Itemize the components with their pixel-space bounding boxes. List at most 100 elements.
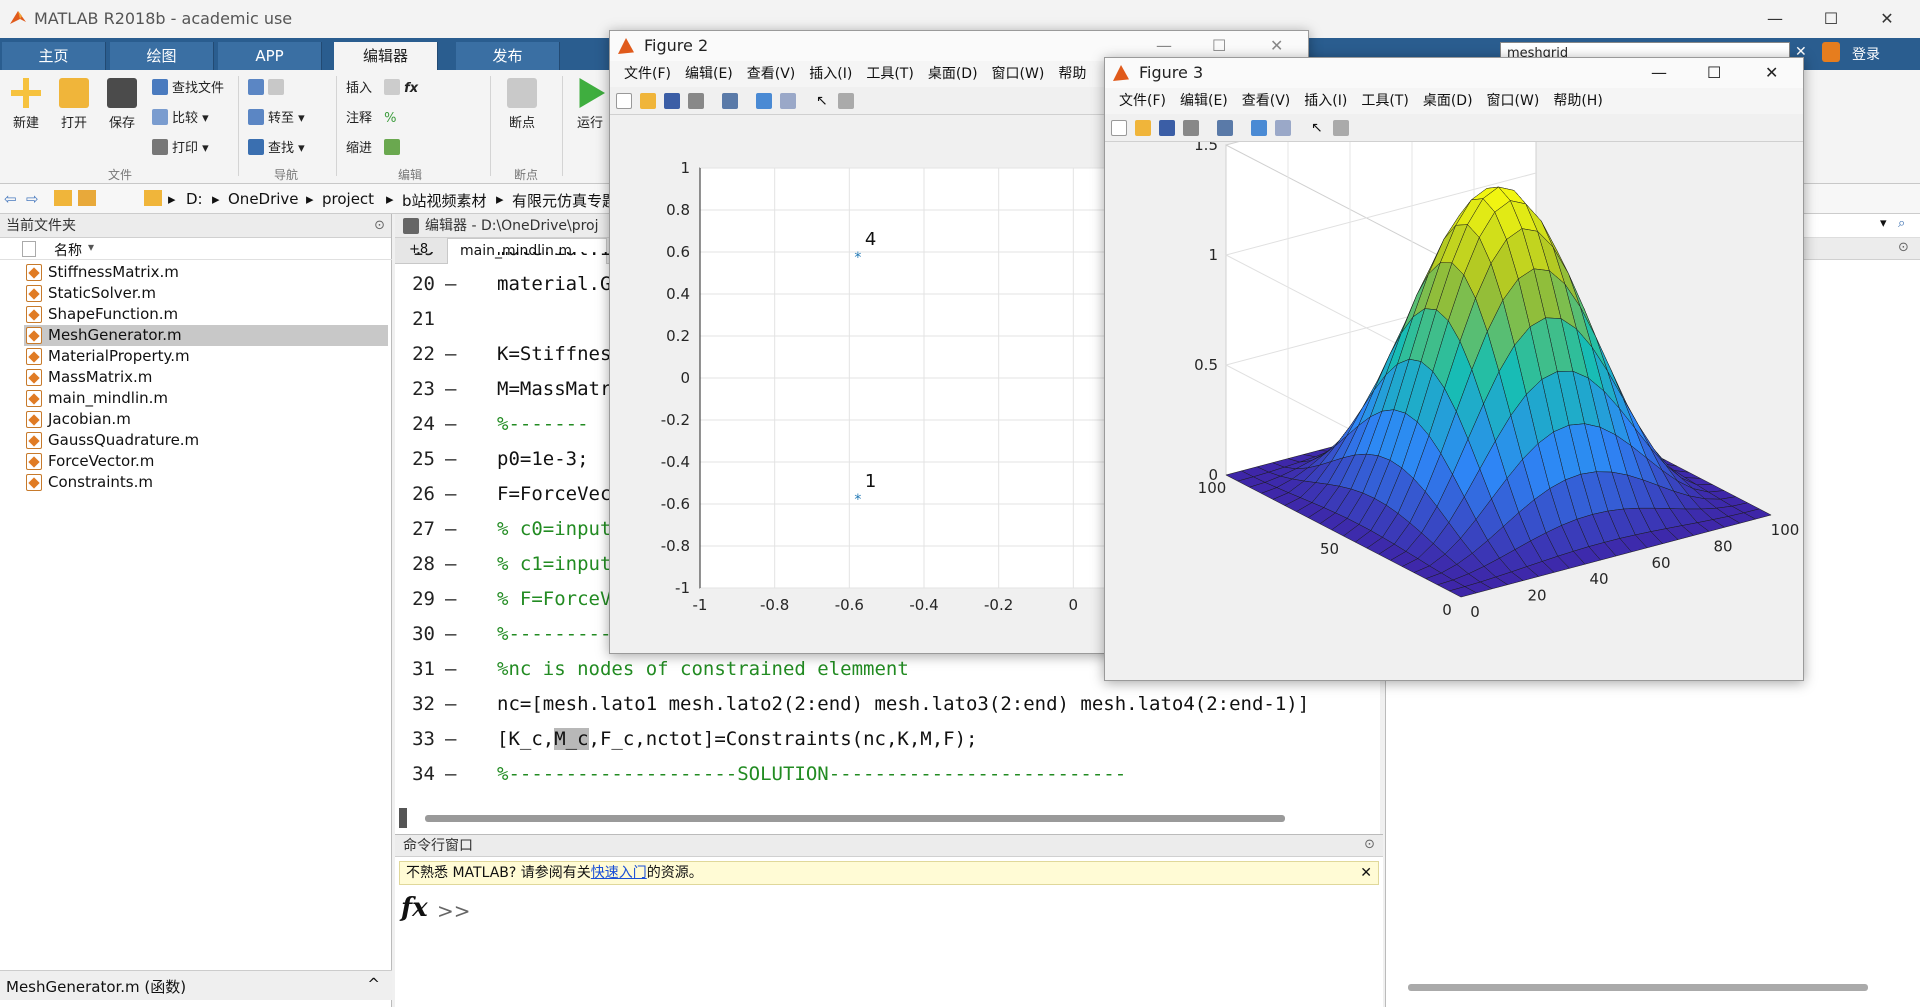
chevron-down-icon[interactable]: ▾ — [1880, 216, 1887, 231]
save-icon[interactable] — [1159, 120, 1175, 136]
code-line[interactable]: 33 — [K_c,M_c,F_c,nctot]=Constraints(nc,K,… — [395, 722, 1380, 757]
quick-start-link[interactable]: 快速入门 — [591, 865, 647, 881]
open-icon[interactable] — [1135, 120, 1151, 136]
pointer-icon[interactable]: ↖ — [1311, 120, 1327, 136]
save-icon[interactable] — [664, 93, 680, 109]
breakpoint-marker[interactable]: — — [445, 722, 456, 757]
breakpoint-marker[interactable]: — — [445, 547, 456, 582]
figure-menu-item[interactable]: 查看(V) — [747, 66, 796, 82]
pointer-icon[interactable]: ↖ — [816, 93, 832, 109]
chevron-up-icon[interactable]: ^ — [367, 975, 380, 993]
save-button[interactable]: 保存 — [100, 78, 144, 131]
tab-editor[interactable]: 编辑器 — [334, 42, 438, 70]
file-item[interactable]: MeshGenerator.m — [24, 325, 388, 346]
column-header[interactable]: 名称 ▾ — [0, 238, 392, 260]
legend-icon[interactable] — [780, 93, 796, 109]
figure-menu-item[interactable]: 编辑(E) — [685, 66, 733, 82]
figure3-plot[interactable]: Deformed geometry00.511.5×10-30501000204… — [1105, 142, 1803, 680]
community-icon[interactable] — [1822, 42, 1840, 62]
property-editor-icon[interactable] — [1333, 120, 1349, 136]
back-icon[interactable]: ⇦ — [4, 190, 17, 208]
colorbar-icon[interactable] — [1251, 120, 1267, 136]
panel-menu-icon[interactable]: ⊙ — [374, 218, 385, 233]
code-line[interactable]: 32 — nc=[mesh.lato1 mesh.lato2(2:end) mesh… — [395, 687, 1380, 722]
file-item[interactable]: main_mindlin.m — [24, 388, 388, 409]
goto-button[interactable]: 转至 ▾ — [248, 108, 305, 130]
link-plot-icon[interactable] — [722, 93, 738, 109]
close-icon[interactable]: ✕ — [1765, 58, 1778, 88]
figure-menu-item[interactable]: 插入(I) — [809, 66, 852, 82]
breakpoint-marker[interactable]: — — [445, 252, 456, 267]
breakpoint-marker[interactable]: — — [445, 442, 456, 477]
breakpoint-marker[interactable]: — — [445, 372, 456, 407]
breakpoint-marker[interactable]: — — [445, 582, 456, 617]
indent-button[interactable]: 缩进 — [346, 138, 418, 160]
file-item[interactable]: Constraints.m — [24, 472, 388, 493]
close-icon[interactable]: ✕ — [1862, 0, 1912, 38]
print-icon[interactable] — [688, 93, 704, 109]
new-button[interactable]: 新建 — [4, 78, 48, 131]
breakpoint-marker[interactable]: — — [445, 477, 456, 512]
find-files-button[interactable]: 查找文件 — [152, 78, 224, 100]
horizontal-scrollbar[interactable] — [425, 815, 1285, 822]
details-panel[interactable]: MeshGenerator.m (函数) ^ — [0, 970, 392, 1000]
comment-button[interactable]: 注释 % — [346, 108, 418, 130]
find-button[interactable]: 查找 ▾ — [248, 138, 305, 160]
nav-back-button[interactable] — [248, 78, 305, 100]
property-editor-icon[interactable] — [838, 93, 854, 109]
figure-menu-item[interactable]: 工具(T) — [866, 66, 913, 82]
maximize-icon[interactable]: ☐ — [1806, 0, 1856, 38]
tab-plots[interactable]: 绘图 — [110, 42, 214, 70]
panel-menu-icon[interactable]: ⊙ — [1898, 240, 1909, 255]
open-icon[interactable] — [640, 93, 656, 109]
figure-menu-item[interactable]: 帮助(H) — [1553, 93, 1602, 109]
file-item[interactable]: ShapeFunction.m — [24, 304, 388, 325]
figure-menu-item[interactable]: 桌面(D) — [928, 66, 978, 82]
file-item[interactable]: Jacobian.m — [24, 409, 388, 430]
figure-menu-item[interactable]: 帮助 — [1058, 66, 1086, 82]
breakpoint-marker[interactable]: — — [445, 512, 456, 547]
breadcrumb-fem[interactable]: 有限元仿真专题 — [512, 190, 617, 211]
breakpoint-marker[interactable]: — — [445, 687, 456, 722]
maximize-icon[interactable]: ☐ — [1707, 58, 1721, 88]
figure-menu-item[interactable]: 文件(F) — [1119, 93, 1166, 109]
panel-menu-icon[interactable]: ⊙ — [1364, 837, 1375, 852]
tab-publish[interactable]: 发布 — [456, 42, 560, 70]
file-item[interactable]: ForceVector.m — [24, 451, 388, 472]
figure-menu-item[interactable]: 工具(T) — [1361, 93, 1408, 109]
command-window[interactable]: 命令行窗口 ⊙ 不熟悉 MATLAB? 请参阅有关快速入门的资源。 ✕ fx >… — [395, 834, 1383, 1007]
breadcrumb-onedrive[interactable]: OneDrive — [228, 190, 299, 208]
scrollbar-left[interactable] — [399, 808, 407, 828]
file-item[interactable]: MassMatrix.m — [24, 367, 388, 388]
file-item[interactable]: StiffnessMatrix.m — [24, 262, 388, 283]
figure-menu-item[interactable]: 文件(F) — [624, 66, 671, 82]
file-item[interactable]: StaticSolver.m — [24, 283, 388, 304]
compare-button[interactable]: 比较 ▾ — [152, 108, 224, 130]
colorbar-icon[interactable] — [756, 93, 772, 109]
figure-menu-item[interactable]: 桌面(D) — [1423, 93, 1473, 109]
minimize-icon[interactable]: — — [1750, 0, 1800, 38]
up-folder-icon[interactable] — [54, 190, 72, 206]
print-icon[interactable] — [1183, 120, 1199, 136]
breakpoint-marker[interactable]: — — [445, 757, 456, 792]
breakpoint-marker[interactable]: — — [445, 267, 456, 302]
run-button[interactable]: 运行 — [568, 78, 612, 131]
search-icon[interactable]: ⌕ — [1898, 216, 1905, 231]
legend-icon[interactable] — [1275, 120, 1291, 136]
print-button[interactable]: 打印 ▾ — [152, 138, 224, 160]
insert-button[interactable]: 插入 fx — [346, 78, 418, 100]
breakpoints-button[interactable]: 断点 — [500, 78, 544, 131]
login-link[interactable]: 登录 — [1852, 44, 1880, 64]
figure-menu-item[interactable]: 窗口(W) — [992, 66, 1045, 82]
browse-folder-icon[interactable] — [78, 190, 96, 206]
tab-home[interactable]: 主页 — [2, 42, 106, 70]
figure-menu-item[interactable]: 编辑(E) — [1180, 93, 1228, 109]
link-plot-icon[interactable] — [1217, 120, 1233, 136]
figure-menu-item[interactable]: 窗口(W) — [1487, 93, 1540, 109]
breakpoint-marker[interactable]: — — [445, 652, 456, 687]
file-item[interactable]: MaterialProperty.m — [24, 346, 388, 367]
file-item[interactable]: GaussQuadrature.m — [24, 430, 388, 451]
figure-menu-item[interactable]: 查看(V) — [1242, 93, 1291, 109]
open-button[interactable]: 打开 — [52, 78, 96, 131]
breakpoint-marker[interactable]: — — [445, 337, 456, 372]
